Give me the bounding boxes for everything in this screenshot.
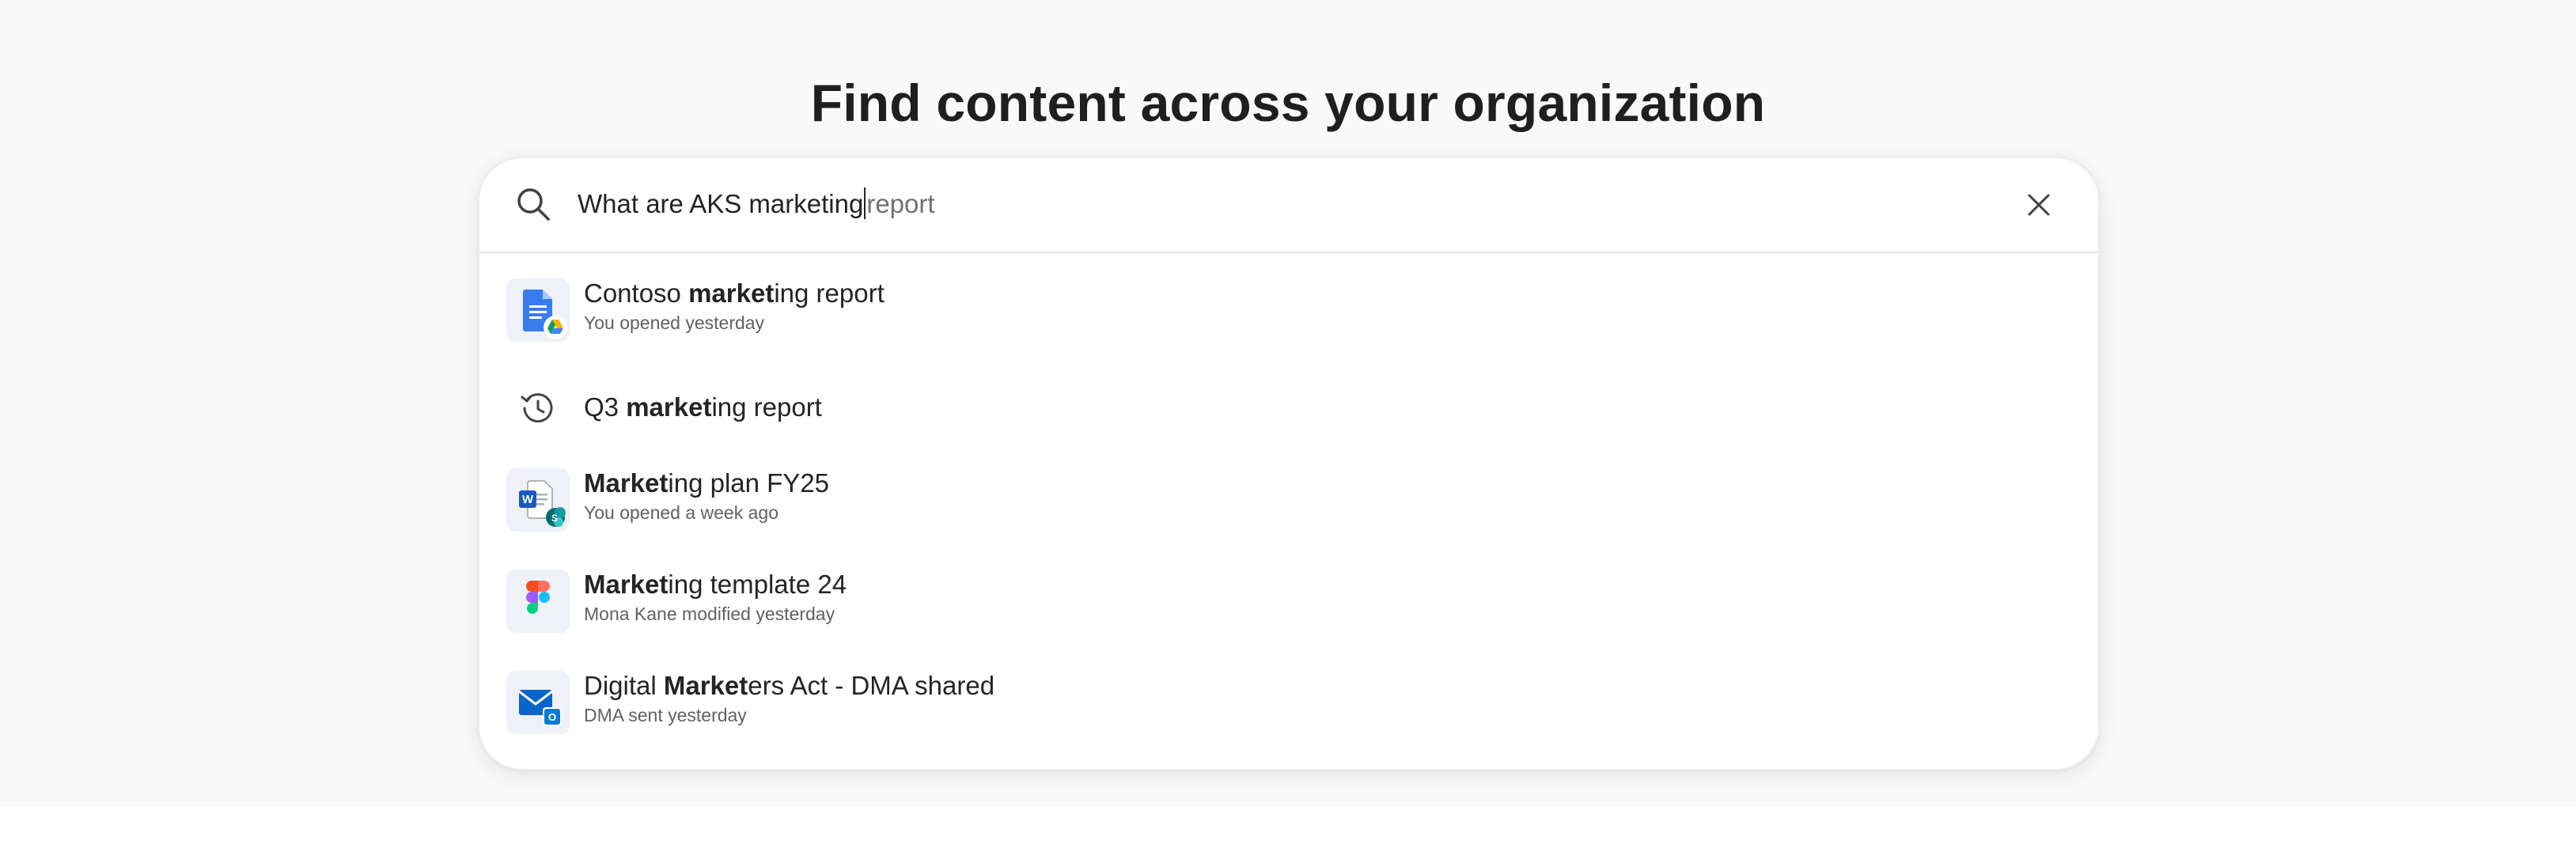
- page-title: Find content across your organization: [810, 74, 1766, 133]
- word-sharepoint-icon: W S: [506, 468, 570, 532]
- result-item-recent-search[interactable]: Q3 marketing report: [479, 358, 2098, 456]
- result-title: Marketing plan FY25: [584, 468, 830, 498]
- search-autocomplete-suggestion: report: [866, 189, 935, 218]
- page-background: Find content across your organization Wh…: [0, 0, 2576, 807]
- result-text: Contoso marketing report You opened yest…: [584, 277, 885, 335]
- svg-text:W: W: [522, 493, 534, 506]
- result-item[interactable]: Contoso marketing report You opened yest…: [479, 259, 2098, 358]
- google-docs-drive-icon: [506, 278, 570, 342]
- result-item[interactable]: W S Marketing plan FY25 You opened a wee…: [479, 449, 2098, 547]
- query-match-highlight: Market: [663, 671, 748, 700]
- result-text: Marketing template 24 Mona Kane modified…: [584, 568, 847, 627]
- result-text: Marketing plan FY25 You opened a week ag…: [584, 467, 829, 525]
- result-subtitle: Mona Kane modified yesterday: [584, 604, 835, 624]
- result-title: Q3 marketing report: [584, 392, 822, 422]
- result-title: Contoso marketing report: [584, 278, 885, 308]
- query-match-highlight: market: [626, 392, 712, 422]
- query-match-highlight: Market: [584, 468, 669, 498]
- query-match-highlight: market: [688, 278, 775, 308]
- outlook-mail-icon: O: [506, 671, 570, 734]
- search-input[interactable]: What are AKS marketing report: [578, 182, 935, 226]
- search-panel: What are AKS marketing report Contoso ma…: [478, 157, 2100, 770]
- query-match-highlight: Market: [584, 570, 669, 599]
- search-query-text: What are AKS marketing: [578, 189, 864, 218]
- history-icon: [506, 377, 570, 440]
- result-item[interactable]: O Digital Marketers Act - DMA shared DMA…: [479, 652, 2098, 750]
- result-subtitle: You opened yesterday: [584, 312, 765, 333]
- result-text: Q3 marketing report: [584, 391, 822, 424]
- svg-text:S: S: [551, 513, 558, 524]
- result-title: Digital Marketers Act - DMA shared: [584, 671, 995, 700]
- result-subtitle: DMA sent yesterday: [584, 705, 747, 725]
- search-icon: [517, 188, 550, 221]
- result-subtitle: You opened a week ago: [584, 502, 778, 523]
- figma-icon: [506, 570, 570, 633]
- result-item[interactable]: Marketing template 24 Mona Kane modified…: [479, 551, 2098, 649]
- result-text: Digital Marketers Act - DMA shared DMA s…: [584, 669, 994, 728]
- clear-search-button[interactable]: [2019, 185, 2059, 225]
- search-bar[interactable]: What are AKS marketing report: [479, 158, 2098, 253]
- svg-text:O: O: [548, 711, 556, 723]
- result-title: Marketing template 24: [584, 570, 847, 599]
